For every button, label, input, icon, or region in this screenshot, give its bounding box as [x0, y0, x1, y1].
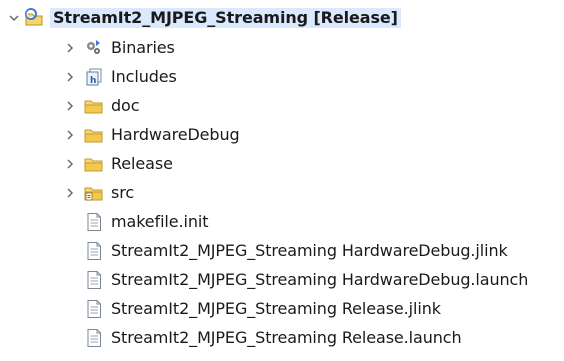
hardwaredebug-jlink-label: StreamIt2_MJPEG_Streaming HardwareDebug.…	[111, 240, 508, 260]
tree-node-doc[interactable]: doc	[62, 91, 140, 120]
binaries-icon	[84, 38, 104, 58]
tree-node-src[interactable]: src	[62, 178, 134, 207]
folder-icon	[84, 96, 104, 116]
release-label: Release	[111, 153, 173, 173]
file-icon	[84, 299, 104, 319]
chevron-right-icon[interactable]	[62, 156, 78, 172]
tree-node-release-jlink[interactable]: StreamIt2_MJPEG_Streaming Release.jlink	[62, 294, 441, 323]
chevron-right-icon[interactable]	[62, 40, 78, 56]
makefile-init-label: makefile.init	[111, 211, 209, 231]
src-label: src	[111, 182, 135, 202]
folder-icon	[84, 125, 104, 145]
file-icon	[84, 328, 104, 348]
includes-icon: h	[84, 67, 104, 87]
chevron-right-icon[interactable]	[62, 185, 78, 201]
tree-node-hardwaredebug[interactable]: HardwareDebug	[62, 120, 240, 149]
chevron-right-icon[interactable]	[62, 98, 78, 114]
binaries-label: Binaries	[111, 37, 175, 57]
folder-icon	[84, 154, 104, 174]
tree-node-includes[interactable]: h Includes	[62, 62, 177, 91]
tree-node-release[interactable]: Release	[62, 149, 173, 178]
chevron-right-icon[interactable]	[62, 127, 78, 143]
c-project-icon	[24, 7, 44, 28]
tree-node-release-launch[interactable]: StreamIt2_MJPEG_Streaming Release.launch	[62, 323, 462, 352]
source-folder-icon	[84, 183, 104, 203]
tree-node-hardwaredebug-launch[interactable]: StreamIt2_MJPEG_Streaming HardwareDebug.…	[62, 265, 528, 294]
release-jlink-label: StreamIt2_MJPEG_Streaming Release.jlink	[111, 298, 441, 318]
svg-text:h: h	[90, 76, 96, 86]
release-launch-label: StreamIt2_MJPEG_Streaming Release.launch	[111, 327, 462, 347]
file-icon	[84, 241, 104, 261]
hardwaredebug-label: HardwareDebug	[111, 124, 240, 144]
tree-node-makefile-init[interactable]: makefile.init	[62, 207, 208, 236]
includes-label: Includes	[111, 66, 177, 86]
file-icon	[84, 270, 104, 290]
hardwaredebug-launch-label: StreamIt2_MJPEG_Streaming HardwareDebug.…	[111, 269, 529, 289]
tree-node-hardwaredebug-jlink[interactable]: StreamIt2_MJPEG_Streaming HardwareDebug.…	[62, 236, 508, 265]
tree-node-binaries[interactable]: Binaries	[62, 33, 175, 62]
doc-label: doc	[111, 95, 140, 115]
chevron-right-icon[interactable]	[62, 69, 78, 85]
file-icon	[84, 212, 104, 232]
tree-node-project-root[interactable]: StreamIt2_MJPEG_Streaming [Release]	[6, 3, 401, 32]
chevron-down-icon[interactable]	[6, 10, 22, 26]
project-root-label: StreamIt2_MJPEG_Streaming [Release]	[50, 7, 401, 28]
